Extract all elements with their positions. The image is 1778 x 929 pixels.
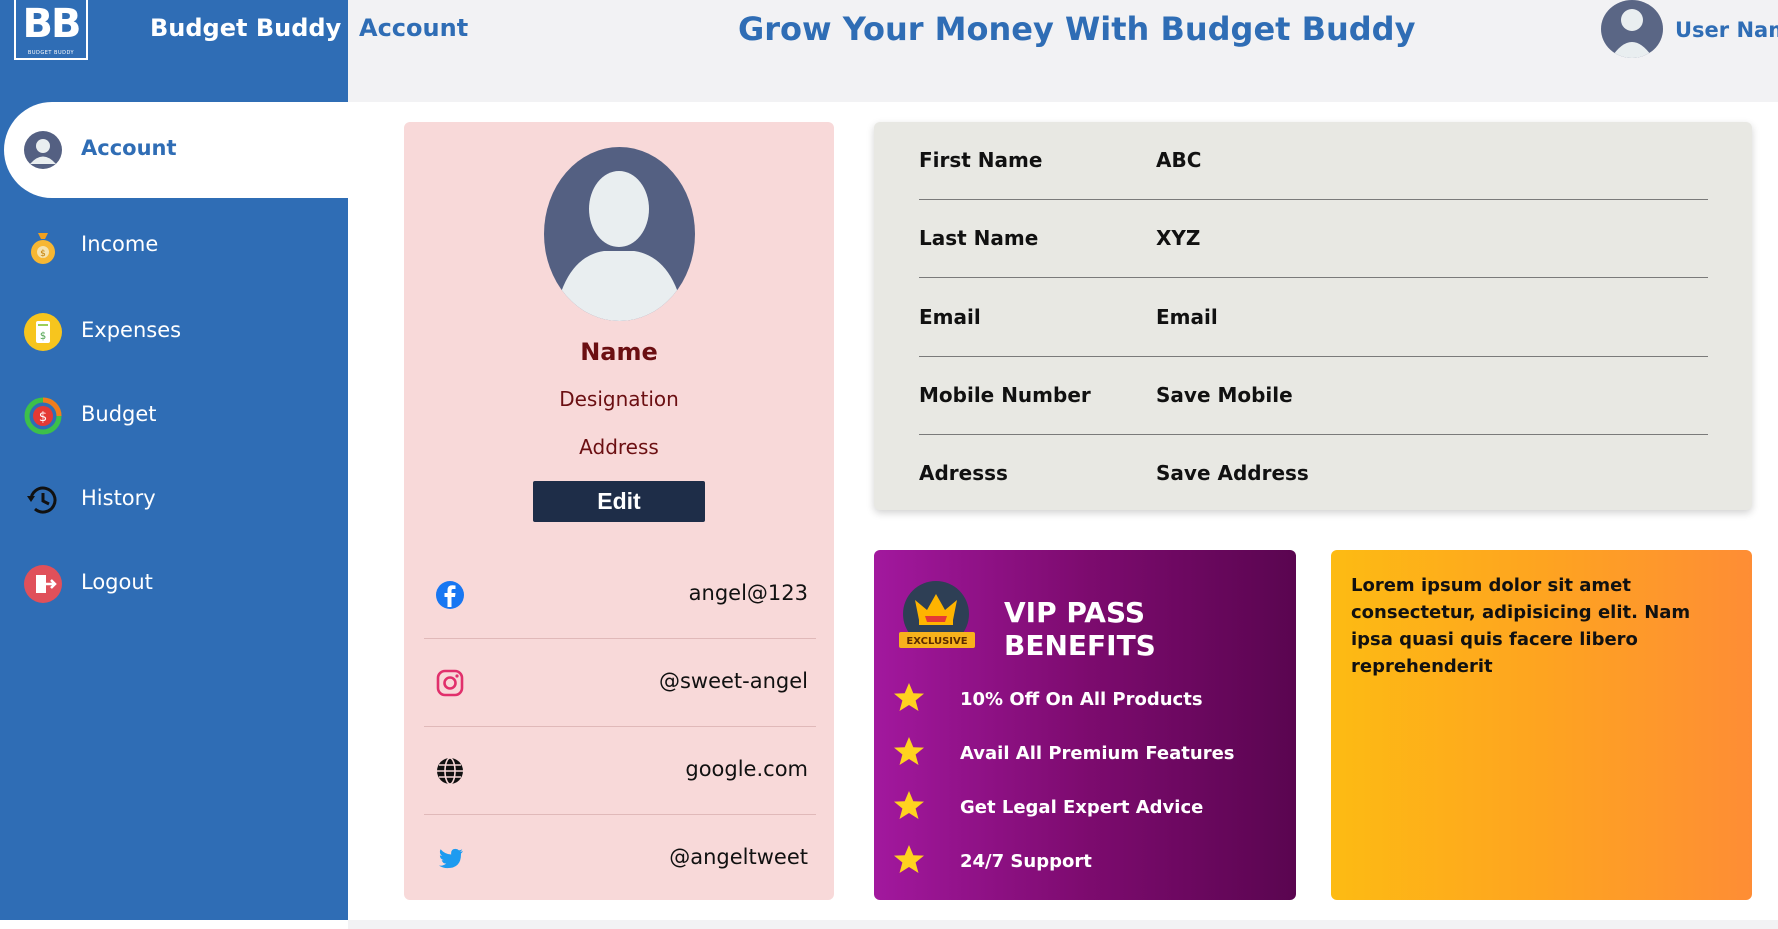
header-avatar[interactable] bbox=[1601, 0, 1663, 58]
vip-benefit-item: 24/7 Support bbox=[892, 843, 1292, 883]
detail-key: Email bbox=[919, 305, 981, 329]
sidebar-item-label: Income bbox=[81, 232, 159, 256]
svg-text:$: $ bbox=[40, 331, 46, 342]
vip-benefit-item: Avail All Premium Features bbox=[892, 735, 1292, 775]
detail-key: First Name bbox=[919, 148, 1043, 172]
detail-row-mobile: Mobile Number Save Mobile bbox=[919, 357, 1708, 435]
star-icon bbox=[892, 789, 926, 823]
sidebar-item-label: Logout bbox=[81, 570, 153, 594]
app-root: BB BUDGET BUDDY Budget Buddy Account $ I… bbox=[0, 0, 1778, 929]
detail-value: Save Address bbox=[1156, 461, 1309, 485]
promo-text: Lorem ipsum dolor sit amet consectetur, … bbox=[1351, 575, 1691, 677]
profile-designation: Designation bbox=[559, 387, 679, 411]
brand-name: Budget Buddy bbox=[150, 14, 342, 42]
profile-avatar bbox=[544, 147, 695, 321]
sidebar-item-history[interactable]: History bbox=[4, 452, 348, 548]
money-bag-icon: $ bbox=[24, 227, 62, 265]
page-title: Grow Your Money With Budget Buddy bbox=[738, 10, 1416, 48]
profile-card: Name Designation Address Edit angel@123 … bbox=[404, 122, 834, 900]
sidebar-item-budget[interactable]: $ Budget bbox=[4, 368, 348, 464]
logo-letters: BB bbox=[22, 1, 82, 47]
promo-card: Lorem ipsum dolor sit amet consectetur, … bbox=[1331, 550, 1752, 900]
profile-address: Address bbox=[579, 435, 659, 459]
social-value: @angeltweet bbox=[669, 845, 808, 869]
sidebar-item-expenses[interactable]: $ Expenses bbox=[4, 284, 348, 380]
budget-dollar-icon: $ bbox=[24, 397, 62, 435]
social-website[interactable]: google.com bbox=[424, 727, 816, 815]
detail-row-address: Adresss Save Address bbox=[919, 435, 1708, 513]
star-icon bbox=[892, 843, 926, 877]
instagram-icon bbox=[434, 667, 466, 699]
detail-value: ABC bbox=[1156, 148, 1202, 172]
star-icon bbox=[892, 735, 926, 769]
svg-text:$: $ bbox=[40, 249, 46, 259]
profile-name: Name bbox=[580, 338, 658, 366]
star-icon bbox=[892, 681, 926, 715]
social-value: angel@123 bbox=[688, 581, 808, 605]
edit-button[interactable]: Edit bbox=[533, 481, 705, 522]
top-header: Account Grow Your Money With Budget Budd… bbox=[348, 0, 1778, 102]
brand-logo[interactable]: BB BUDGET BUDDY bbox=[14, 0, 88, 60]
sidebar-item-account[interactable]: Account bbox=[4, 102, 348, 198]
svg-text:$: $ bbox=[39, 410, 47, 425]
brand: BB BUDGET BUDDY Budget Buddy bbox=[0, 0, 348, 62]
header-section-title: Account bbox=[359, 14, 469, 42]
social-value: @sweet-angel bbox=[658, 669, 808, 693]
detail-key: Mobile Number bbox=[919, 383, 1091, 407]
detail-value: Save Mobile bbox=[1156, 383, 1293, 407]
vip-title: VIP PASS BENEFITS bbox=[1004, 596, 1156, 662]
history-clock-icon bbox=[24, 481, 62, 519]
sidebar-item-logout[interactable]: Logout bbox=[4, 536, 348, 632]
detail-row-email: Email Email bbox=[919, 279, 1708, 357]
badge-text: EXCLUSIVE bbox=[906, 636, 967, 647]
sidebar-item-label: History bbox=[81, 486, 156, 510]
exclusive-crown-badge: EXCLUSIVE bbox=[899, 580, 975, 652]
social-value: google.com bbox=[685, 757, 808, 781]
detail-row-first-name: First Name ABC bbox=[919, 122, 1708, 200]
social-facebook[interactable]: angel@123 bbox=[424, 551, 816, 639]
detail-row-last-name: Last Name XYZ bbox=[919, 200, 1708, 278]
benefit-text: Get Legal Expert Advice bbox=[960, 797, 1204, 818]
detail-key: Adresss bbox=[919, 461, 1008, 485]
twitter-icon bbox=[434, 843, 466, 875]
logo-subtitle: BUDGET BUDDY bbox=[27, 50, 75, 56]
receipt-icon: $ bbox=[24, 313, 62, 351]
sidebar: BB BUDGET BUDDY Budget Buddy Account $ I… bbox=[0, 0, 348, 920]
user-avatar-icon bbox=[24, 131, 62, 169]
detail-value: XYZ bbox=[1156, 226, 1201, 250]
social-twitter[interactable]: @angeltweet bbox=[424, 815, 816, 903]
globe-icon bbox=[434, 755, 466, 787]
account-details-card: First Name ABC Last Name XYZ Email Email… bbox=[874, 122, 1752, 510]
social-instagram[interactable]: @sweet-angel bbox=[424, 639, 816, 727]
vip-benefit-item: Get Legal Expert Advice bbox=[892, 789, 1292, 829]
sidebar-item-label: Budget bbox=[81, 402, 157, 426]
sidebar-item-label: Account bbox=[81, 136, 177, 160]
vip-benefits-card: EXCLUSIVE VIP PASS BENEFITS 10% Off On A… bbox=[874, 550, 1296, 900]
benefit-text: 10% Off On All Products bbox=[960, 689, 1203, 710]
facebook-icon bbox=[434, 579, 466, 611]
detail-key: Last Name bbox=[919, 226, 1039, 250]
logout-door-icon bbox=[24, 565, 62, 603]
footer-strip bbox=[348, 920, 1778, 929]
header-username[interactable]: User Name bbox=[1675, 18, 1778, 42]
sidebar-item-label: Expenses bbox=[81, 318, 182, 342]
vip-benefit-item: 10% Off On All Products bbox=[892, 681, 1292, 721]
detail-value: Email bbox=[1156, 305, 1218, 329]
benefit-text: 24/7 Support bbox=[960, 851, 1092, 872]
sidebar-item-income[interactable]: $ Income bbox=[4, 198, 348, 294]
benefit-text: Avail All Premium Features bbox=[960, 743, 1235, 764]
